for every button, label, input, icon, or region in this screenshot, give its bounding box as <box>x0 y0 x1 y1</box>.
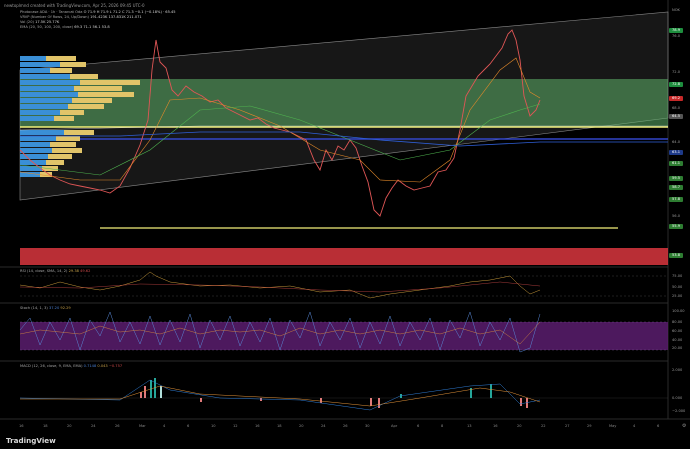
macd-signal-line <box>20 385 541 407</box>
time-tick: 20 <box>299 424 304 428</box>
time-tick: 22 <box>541 424 546 428</box>
rsi-label: RSI (14, close, SMA, 14, 2) <box>20 269 68 273</box>
price-level-badge[interactable]: 59.5 <box>669 176 683 181</box>
macd-value: 0.7148 <box>83 364 97 368</box>
time-tick: 20 <box>67 424 72 428</box>
price-level-badge[interactable]: 69.2 <box>669 96 683 101</box>
price-tick: 64.0 <box>672 140 681 144</box>
time-tick: 30 <box>365 424 370 428</box>
chart-canvas[interactable] <box>0 0 690 449</box>
time-tick: 27 <box>565 424 570 428</box>
macd-histogram <box>140 378 528 408</box>
time-tick: 12 <box>233 424 238 428</box>
vrvp-values: 191.423K 137.831K 211.071 <box>90 15 142 19</box>
time-tick: 16 <box>493 424 498 428</box>
rsi-legend[interactable]: RSI (14, close, SMA, 14, 2) 29.38 49.62 <box>20 269 90 273</box>
tradingview-logo[interactable]: TradingView <box>6 436 56 445</box>
macd-label: MACD (12, 26, close, 9, EMA, EMA) <box>20 364 83 368</box>
time-tick: 18 <box>43 424 48 428</box>
stoch-tick: 60.00 <box>672 329 683 333</box>
time-tick: 10 <box>211 424 216 428</box>
time-tick: 4 <box>633 424 636 428</box>
time-tick: 6 <box>417 424 420 428</box>
price-level-badge[interactable]: 78.9 <box>669 28 683 33</box>
price-level-badge[interactable]: 57.8 <box>669 197 683 202</box>
stoch-k-value: 37.20 <box>48 306 60 310</box>
rsi-tick: 25.00 <box>672 294 683 298</box>
price-tick: 72.0 <box>672 70 681 74</box>
volume-label: Vol (20) <box>20 20 34 24</box>
stoch-d-value: 92.29 <box>60 306 71 310</box>
stoch-band <box>20 322 668 350</box>
price-level-badge[interactable]: 58.7 <box>669 185 683 190</box>
time-tick: 8 <box>441 424 444 428</box>
time-tick: 13 <box>467 424 472 428</box>
time-tick: May <box>609 424 617 428</box>
time-tick: 24 <box>91 424 96 428</box>
stoch-tick: 100.00 <box>672 309 685 313</box>
price-level-badge[interactable]: 72.8 <box>669 82 683 87</box>
time-tick: 16 <box>19 424 24 428</box>
macd-line <box>19 379 541 411</box>
chart-caption: newtoplmnd created with TradingView.com,… <box>4 3 145 8</box>
chart-screenshot: newtoplmnd created with TradingView.com,… <box>0 0 690 449</box>
time-tick: 6 <box>657 424 660 428</box>
rsi-tick: 75.00 <box>672 274 683 278</box>
ema-label: EMA (20, 50, 100, 200, close) <box>20 25 74 29</box>
ema-values: 69.3 71.1 56.1 53.8 <box>74 25 110 29</box>
price-tick: 68.0 <box>672 106 681 110</box>
macd-tick: −2.000 <box>672 409 686 413</box>
price-level-badge[interactable]: 64.5 <box>669 114 683 119</box>
gear-icon[interactable]: ⚙ <box>682 423 686 429</box>
stoch-tick: 40.00 <box>672 338 683 342</box>
stoch-label: Stoch (14, 1, 3) <box>20 306 48 310</box>
macd-tick: 2.000 <box>672 368 683 372</box>
macd-tick: 0.000 <box>672 396 683 400</box>
vrvp-label: VRVP (Number Of Rows, 24, Up/Down) <box>20 15 89 19</box>
macd-legend[interactable]: MACD (12, 26, close, 9, EMA, EMA) 0.7148… <box>20 364 122 368</box>
time-tick: 29 <box>587 424 592 428</box>
ema-legend[interactable]: EMA (20, 50, 100, 200, close) 69.3 71.1 … <box>20 25 110 29</box>
macd-hist-value: −0.757 <box>108 364 123 368</box>
symbol-legend[interactable]: Photocase ADA · 1h · Tanarcat Oda O 71.9… <box>20 10 176 14</box>
rsi-value: 29.38 <box>68 269 79 273</box>
time-tick: 4 <box>163 424 166 428</box>
time-tick: 26 <box>343 424 348 428</box>
price-tick: 56.0 <box>672 214 681 218</box>
price-level-badge[interactable]: 61.1 <box>669 161 683 166</box>
macd-signal-value: 0.043 <box>97 364 108 368</box>
time-tick: 6 <box>187 424 190 428</box>
time-tick: 24 <box>321 424 326 428</box>
time-tick: Mar <box>139 424 146 428</box>
price-level-badge[interactable]: 55.9 <box>669 224 683 229</box>
volume-values: 17.5K 25.77K <box>35 20 60 24</box>
time-tick: 20 <box>517 424 522 428</box>
rsi-tick: 50.00 <box>672 285 683 289</box>
time-tick: 26 <box>115 424 120 428</box>
stoch-tick: 80.00 <box>672 320 683 324</box>
time-tick: 16 <box>255 424 260 428</box>
brand-name: TradingView <box>6 436 56 445</box>
time-tick: Apr <box>391 424 398 428</box>
symbol-name: Photocase ADA · 1h · Tanarcat Oda <box>20 10 83 14</box>
volume-legend[interactable]: Vol (20) 17.5K 25.77K <box>20 20 59 24</box>
stoch-legend[interactable]: Stoch (14, 1, 3) 37.20 92.29 <box>20 306 71 310</box>
price-level-badge[interactable]: 63.1 <box>669 150 683 155</box>
price-tick: NOK <box>672 8 680 12</box>
time-tick: 18 <box>277 424 282 428</box>
rsi-ma-value: 49.62 <box>80 269 91 273</box>
vrvp-legend[interactable]: VRVP (Number Of Rows, 24, Up/Down) 191.4… <box>20 15 142 19</box>
symbol-ohlc: O 71.9 H 71.9 L 71.2 C 71.3 −0.1 (−0.18%… <box>83 10 176 14</box>
stoch-tick: 20.00 <box>672 346 683 350</box>
price-tick: 76.0 <box>672 34 681 38</box>
price-level-badge[interactable]: 53.8 <box>669 253 683 258</box>
red-zone <box>20 248 668 265</box>
